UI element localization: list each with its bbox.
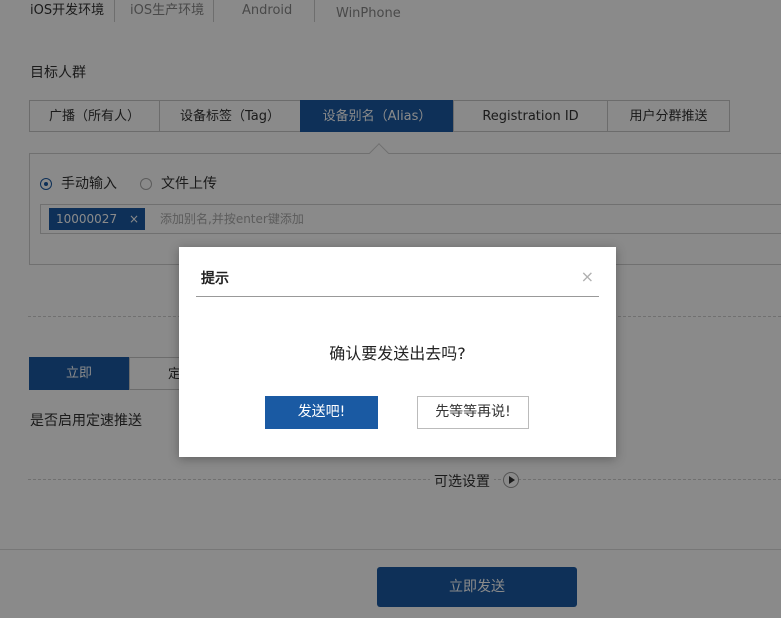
- dialog-message: 确认要发送出去吗?: [329, 344, 466, 363]
- close-icon[interactable]: ×: [581, 269, 594, 285]
- dialog-divider: [196, 296, 599, 297]
- confirm-send-button[interactable]: 发送吧!: [265, 396, 378, 429]
- confirm-dialog: 提示 × 确认要发送出去吗? 发送吧! 先等等再说!: [179, 247, 616, 457]
- dialog-title: 提示: [201, 271, 229, 287]
- cancel-button[interactable]: 先等等再说!: [417, 396, 529, 429]
